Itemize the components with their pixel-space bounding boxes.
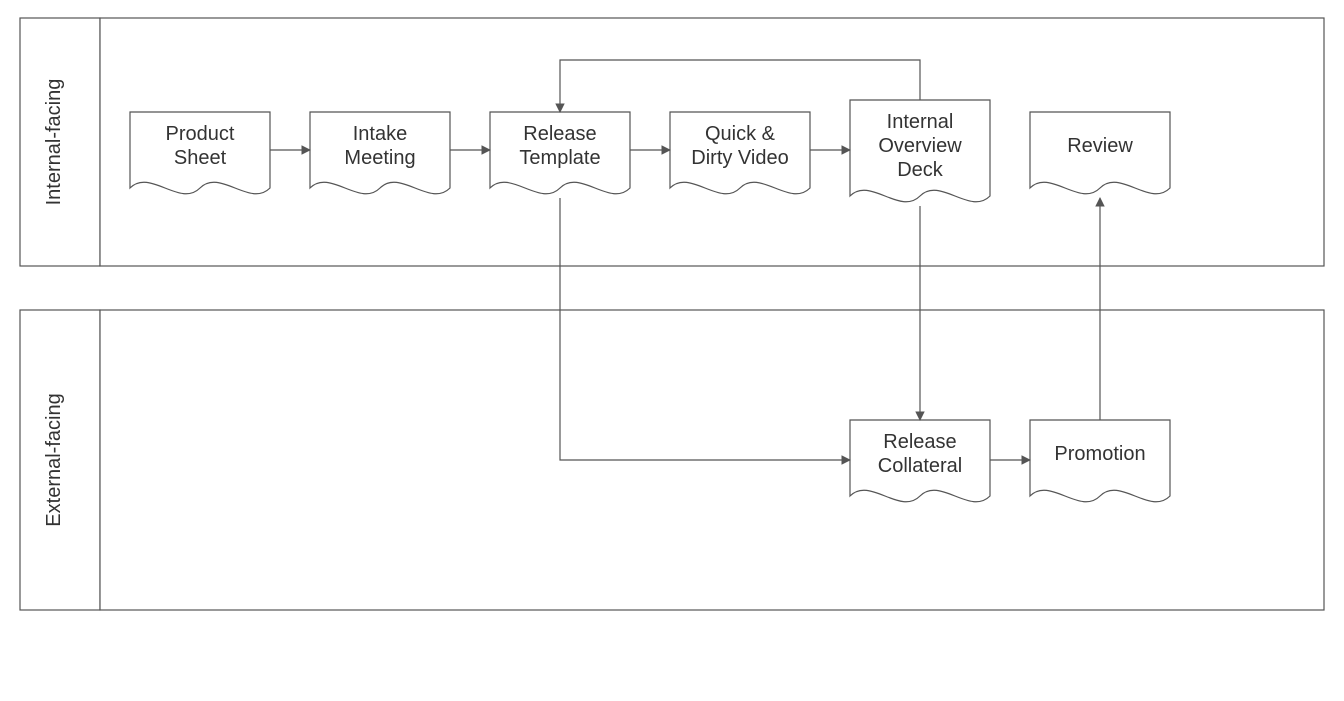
node-release-collateral-l2: Collateral xyxy=(878,455,962,477)
node-quick-dirty-l2: Dirty Video xyxy=(691,147,788,169)
swimlane-diagram: Internal-facing External-facing Product … xyxy=(0,0,1344,701)
node-intake-meeting-l2: Meeting xyxy=(344,147,415,169)
node-release-collateral-l1: Release xyxy=(883,431,956,453)
node-overview-deck-l1: Internal xyxy=(887,111,954,133)
node-overview-deck-l2: Overview xyxy=(878,135,962,157)
node-promotion-l1: Promotion xyxy=(1054,443,1145,465)
node-release-template: Release Template xyxy=(490,112,630,194)
node-intake-meeting: Intake Meeting xyxy=(310,112,450,194)
node-release-collateral: Release Collateral xyxy=(850,420,990,502)
node-release-template-l1: Release xyxy=(523,123,596,145)
node-review: Review xyxy=(1030,112,1170,194)
node-product-sheet-l1: Product xyxy=(166,123,235,145)
node-quick-dirty: Quick & Dirty Video xyxy=(670,112,810,194)
node-promotion: Promotion xyxy=(1030,420,1170,502)
lane-external-label: External-facing xyxy=(43,393,65,526)
node-intake-meeting-l1: Intake xyxy=(353,123,407,145)
lane-internal-label: Internal-facing xyxy=(43,79,65,206)
node-product-sheet-l2: Sheet xyxy=(174,147,227,169)
node-overview-deck-l3: Deck xyxy=(897,159,944,181)
node-review-l1: Review xyxy=(1067,135,1133,157)
node-quick-dirty-l1: Quick & xyxy=(705,123,776,145)
node-overview-deck: Internal Overview Deck xyxy=(850,100,990,202)
node-product-sheet: Product Sheet xyxy=(130,112,270,194)
node-release-template-l2: Template xyxy=(519,147,600,169)
